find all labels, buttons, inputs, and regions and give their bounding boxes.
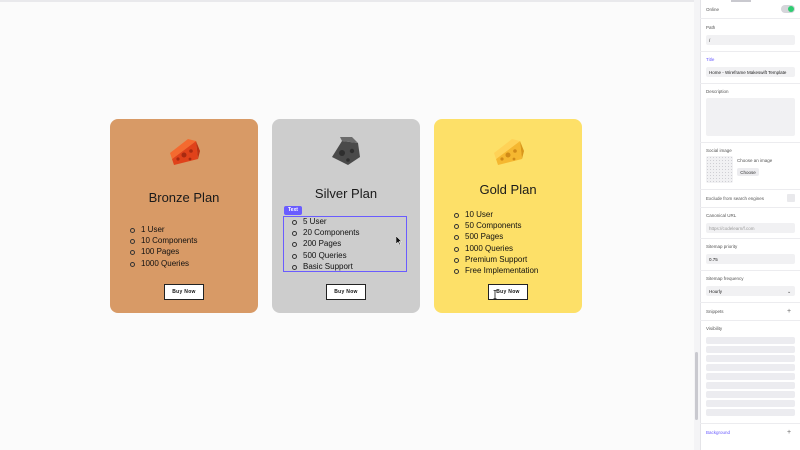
divider [700, 302, 800, 303]
sitemap-priority-field[interactable]: 0.75 [706, 254, 795, 264]
silver-cheese-icon [332, 137, 360, 165]
divider [700, 189, 800, 190]
text-cursor-icon [493, 290, 497, 299]
feature-item: 500 Queries [291, 250, 359, 261]
canonical-url-field[interactable]: https://codelearn/f.com [706, 223, 795, 233]
visibility-label: Visibility [706, 326, 723, 331]
feature-item: Free Implementation [453, 265, 538, 276]
divider [700, 83, 800, 84]
pricing-card-bronze[interactable]: Bronze Plan 1 User 10 Components 100 Pag… [110, 119, 258, 313]
visibility-row[interactable] [706, 355, 795, 362]
editor-canvas[interactable]: Bronze Plan 1 User 10 Components 100 Pag… [0, 0, 694, 450]
visibility-row[interactable] [706, 364, 795, 371]
feature-item: 10 Components [129, 235, 197, 246]
card-title: Gold Plan [479, 182, 537, 197]
feature-item: 20 Components [291, 227, 359, 238]
path-field[interactable]: / [706, 35, 795, 45]
visibility-row[interactable] [706, 400, 795, 407]
divider [700, 51, 800, 52]
divider [700, 320, 800, 321]
panel-scrollbar-thumb[interactable] [695, 352, 698, 420]
choose-image-button[interactable]: Choose [737, 168, 759, 176]
visibility-row[interactable] [706, 391, 795, 398]
bronze-cheese-icon [170, 139, 200, 165]
visibility-row[interactable] [706, 373, 795, 380]
pricing-card-silver[interactable]: Silver Plan 5 User 20 Components 200 Pag… [272, 119, 420, 313]
title-field[interactable]: Home - Wireframe Makeswift Template [706, 67, 795, 77]
feature-item: Basic Support [291, 261, 359, 272]
divider [700, 423, 800, 424]
background-label: Background [706, 430, 731, 435]
sitemap-frequency-label: Sitemap frequency [706, 276, 744, 281]
feature-list[interactable]: 5 User 20 Components 200 Pages 500 Queri… [291, 216, 359, 272]
panel-top-tab[interactable] [731, 0, 751, 2]
path-label: Path [706, 25, 716, 30]
choose-image-text: Choose an image [737, 158, 773, 163]
card-title: Bronze Plan [148, 190, 220, 205]
chevron-down-icon: ⌄ [787, 289, 792, 295]
exclude-label: Exclude from search engines [706, 196, 765, 201]
feature-item: 500 Pages [453, 231, 538, 242]
feature-item: 10 User [453, 209, 538, 220]
feature-list: 10 User 50 Components 500 Pages 1000 Que… [453, 209, 538, 276]
pricing-card-gold[interactable]: Gold Plan 10 User 50 Components 500 Page… [434, 119, 582, 313]
selection-tag: Text [284, 206, 302, 215]
description-field[interactable] [706, 98, 795, 136]
feature-item: 100 Pages [129, 246, 197, 257]
online-label: Online [706, 7, 720, 12]
buy-now-button[interactable]: Buy Now [326, 284, 366, 300]
sitemap-priority-label: Sitemap priority [706, 244, 738, 249]
feature-item: 50 Components [453, 220, 538, 231]
snippets-label: Snippets [706, 309, 724, 314]
title-label: Title [706, 57, 715, 62]
visibility-row[interactable] [706, 346, 795, 353]
divider [700, 18, 800, 19]
social-image-label: Social image [706, 148, 732, 153]
exclude-checkbox[interactable] [787, 194, 795, 202]
online-toggle[interactable] [781, 5, 795, 13]
gold-cheese-icon [494, 139, 524, 165]
plus-icon[interactable]: + [787, 429, 791, 436]
canonical-url-label: Canonical URL [706, 213, 737, 218]
pointer-cursor-icon [396, 236, 402, 245]
divider [700, 238, 800, 239]
visibility-row[interactable] [706, 382, 795, 389]
card-title: Silver Plan [314, 186, 378, 201]
divider [700, 142, 800, 143]
visibility-row[interactable] [706, 337, 795, 344]
divider [700, 270, 800, 271]
description-label: Description [706, 89, 729, 94]
buy-now-button[interactable]: Buy Now [164, 284, 204, 300]
visibility-row[interactable] [706, 409, 795, 416]
feature-list: 1 User 10 Components 100 Pages 1000 Quer… [129, 224, 197, 269]
plus-icon[interactable]: + [787, 308, 791, 315]
feature-item: 200 Pages [291, 238, 359, 249]
feature-item: 5 User [291, 216, 359, 227]
toggle-knob [788, 6, 794, 12]
divider [700, 207, 800, 208]
sitemap-frequency-select[interactable]: Hourly [706, 286, 795, 296]
feature-item: Premium Support [453, 254, 538, 265]
feature-item: 1 User [129, 224, 197, 235]
feature-item: 1000 Queries [453, 243, 538, 254]
social-image-placeholder[interactable] [706, 156, 733, 183]
feature-item: 1000 Queries [129, 258, 197, 269]
